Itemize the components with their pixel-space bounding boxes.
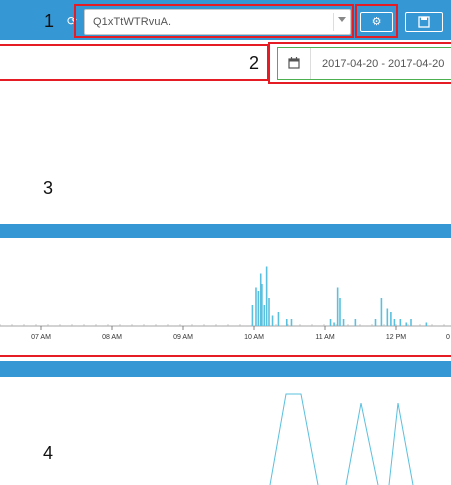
x-tick-label: 08 AM — [102, 334, 122, 341]
bar — [339, 298, 341, 326]
calendar-icon-box[interactable] — [278, 48, 311, 79]
bar — [336, 287, 339, 326]
annotation-number-4: 4 — [43, 443, 54, 463]
gear-icon: ⚙ — [371, 16, 382, 28]
annotation-number-2: 2 — [249, 53, 260, 73]
bar — [342, 319, 345, 326]
select-separator — [333, 13, 334, 31]
x-tick-label: 09 AM — [173, 334, 193, 341]
x-tick-label: 11 AM — [315, 334, 334, 341]
bar — [268, 298, 270, 326]
series-line — [269, 393, 319, 485]
video-select-dropdown[interactable]: Q1xTtWTRvuA. — [84, 9, 351, 35]
save-button[interactable] — [405, 12, 443, 32]
bar — [257, 291, 260, 326]
bar — [393, 319, 396, 326]
bar — [263, 305, 266, 326]
save-icon — [418, 16, 430, 28]
calendar-icon — [288, 57, 300, 69]
chart-panel-header — [0, 224, 451, 238]
bar — [354, 319, 357, 326]
bar — [386, 308, 389, 326]
bar — [261, 284, 263, 326]
bar — [399, 319, 402, 326]
trend-line-chart — [269, 393, 414, 485]
x-tick-label-partial: 0 — [446, 334, 450, 341]
highlight-divider — [0, 355, 451, 357]
chevron-down-icon[interactable] — [338, 17, 346, 22]
bar — [333, 322, 335, 326]
annotation-number-3: 3 — [43, 178, 54, 198]
bar — [290, 319, 293, 326]
bar — [380, 298, 383, 326]
bar — [329, 319, 332, 326]
settings-button[interactable]: ⚙ — [360, 12, 393, 32]
bar — [265, 266, 268, 326]
bar — [405, 322, 408, 326]
annotation-number-1: 1 — [44, 11, 55, 31]
bar — [277, 312, 280, 326]
series-line — [345, 402, 379, 485]
bar — [285, 319, 288, 326]
x-tick-label: 10 AM — [244, 334, 264, 341]
chart2-panel-header — [0, 361, 451, 377]
bar — [271, 315, 274, 326]
bar — [255, 287, 257, 326]
date-range-value: 2017-04-20 - 2017-04-20 — [322, 58, 445, 70]
bar — [410, 319, 412, 326]
x-tick-label: 07 AM — [31, 334, 51, 341]
bar — [374, 319, 377, 326]
bar — [251, 305, 254, 326]
select-value: Q1xTtWTRvuA. — [93, 16, 172, 28]
x-tick-label: 12 PM — [386, 334, 406, 341]
bar — [390, 312, 392, 326]
bar — [425, 322, 428, 326]
highlight-box-left-row — [0, 44, 269, 81]
series-line — [388, 403, 414, 485]
date-range-picker[interactable]: 2017-04-20 - 2017-04-20 — [277, 47, 451, 80]
activity-bar-chart: 07 AM 08 AM 09 AM 10 AM 11 AM 12 PM 0 — [0, 266, 451, 341]
